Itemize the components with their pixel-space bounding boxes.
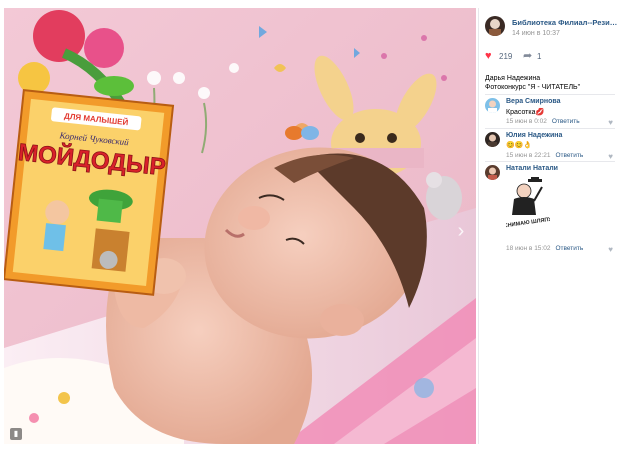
comment-item: Натали Натали СНИМАЮ ШЛЯПУ 18 июн в 15:0… xyxy=(485,165,615,254)
post-description: Дарья Надежина Фотоконкурс "Я - ЧИТАТЕЛЬ… xyxy=(485,74,617,92)
sticker-caption: СНИМАЮ ШЛЯПУ xyxy=(506,217,550,229)
commenter-avatar[interactable] xyxy=(485,165,500,180)
comment-time[interactable]: 15 июн в 22:21 xyxy=(506,152,550,159)
heart-outline-icon[interactable]: ♥ xyxy=(608,245,613,254)
comment-text: 😊😊👌 xyxy=(506,142,533,149)
like-count[interactable]: 219 xyxy=(499,52,512,61)
reply-button[interactable]: Ответить xyxy=(552,118,580,125)
comment-item: Юлия Надежина 😊😊👌 15 июн в 22:21 Ответить… xyxy=(485,132,615,161)
heart-icon[interactable]: ♥ xyxy=(485,50,492,62)
divider xyxy=(485,161,615,162)
comment-text: Красотка💋 xyxy=(506,109,545,116)
comment-time[interactable]: 18 июн в 15:02 xyxy=(506,245,550,252)
group-name-link[interactable]: Библиотека Филиал--Резинотехни... xyxy=(512,18,618,27)
bottom-edge xyxy=(0,444,624,449)
commenter-avatar-image xyxy=(485,98,500,113)
tag-icon[interactable]: ▮ xyxy=(10,428,22,440)
comment-author[interactable]: Вера Смирнова xyxy=(506,98,560,105)
comment-meta: 18 июн в 15:02 Ответить xyxy=(506,245,583,252)
chevron-right-icon[interactable]: › xyxy=(452,220,470,242)
post-header: Библиотека Филиал--Резинотехни... 14 июн… xyxy=(485,16,618,44)
share-icon[interactable]: ➦ xyxy=(523,50,532,62)
hat-sticker: СНИМАЮ ШЛЯПУ xyxy=(506,177,550,229)
post-date[interactable]: 14 июн в 10:37 xyxy=(512,30,560,37)
share-count[interactable]: 1 xyxy=(537,52,541,61)
commenter-avatar-image xyxy=(485,132,500,147)
photo-viewer[interactable]: ДЛЯ МАЛЫШЕЙ Корней Чуковский МОЙДОДЫР › … xyxy=(4,8,476,444)
comment-item: Вера Смирнова Красотка💋 15 июн в 0:02 Отв… xyxy=(485,98,615,127)
heart-outline-icon[interactable]: ♥ xyxy=(608,152,613,161)
comment-meta: 15 июн в 0:02 Ответить xyxy=(506,118,580,125)
comment-author[interactable]: Натали Натали xyxy=(506,165,558,172)
post-author: Дарья Надежина xyxy=(485,75,541,82)
post-caption: Фотоконкурс "Я - ЧИТАТЕЛЬ" xyxy=(485,84,581,91)
comment-time[interactable]: 15 июн в 0:02 xyxy=(506,118,547,125)
comment-author[interactable]: Юлия Надежина xyxy=(506,132,562,139)
photo-viewer-window: ДЛЯ МАЛЫШЕЙ Корней Чуковский МОЙДОДЫР › … xyxy=(0,0,624,449)
commenter-avatar[interactable] xyxy=(485,132,500,147)
post-photo: ДЛЯ МАЛЫШЕЙ Корней Чуковский МОЙДОДЫР xyxy=(4,8,476,444)
commenter-avatar[interactable] xyxy=(485,98,500,113)
divider xyxy=(485,128,615,129)
commenter-avatar-image xyxy=(485,165,500,180)
post-sidebar: Библиотека Филиал--Резинотехни... 14 июн… xyxy=(478,8,621,444)
reply-button[interactable]: Ответить xyxy=(555,245,583,252)
divider xyxy=(485,94,615,95)
post-actions: ♥ 219 ➦ 1 xyxy=(485,50,615,63)
group-avatar[interactable] xyxy=(485,16,505,36)
book: ДЛЯ МАЛЫШЕЙ Корней Чуковский МОЙДОДЫР xyxy=(4,89,175,296)
comment-meta: 15 июн в 22:21 Ответить xyxy=(506,152,583,159)
group-avatar-image xyxy=(485,16,505,36)
reply-button[interactable]: Ответить xyxy=(555,152,583,159)
heart-outline-icon[interactable]: ♥ xyxy=(608,118,613,127)
